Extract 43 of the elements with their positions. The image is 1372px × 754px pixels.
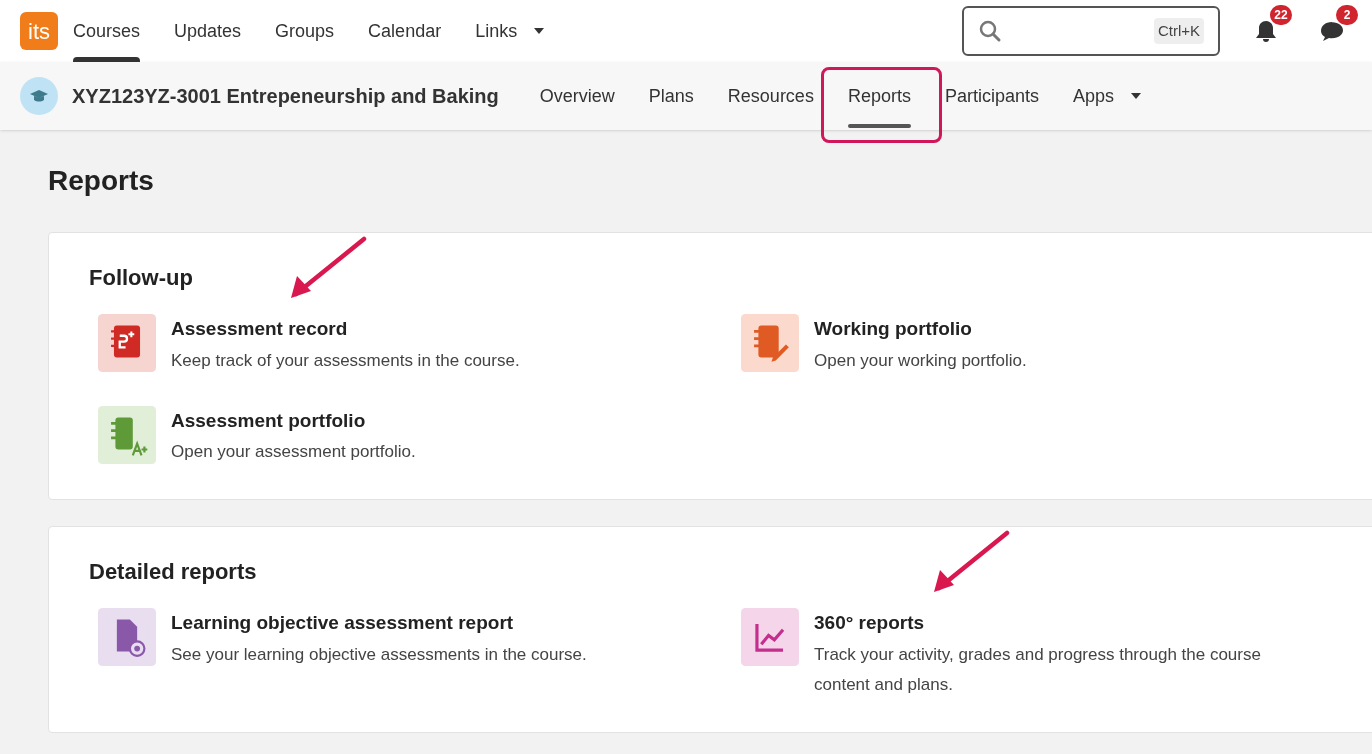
- report-title: Assessment portfolio: [171, 408, 367, 433]
- report-title: Assessment record: [171, 317, 349, 341]
- course-tab[interactable]: Resources: [727, 62, 814, 130]
- nav-link[interactable]: Calendar: [368, 0, 442, 62]
- report-title: 360° reports: [814, 611, 926, 635]
- nav-link[interactable]: Updates: [174, 0, 242, 62]
- section-title: Follow-up: [89, 264, 193, 292]
- course-tab[interactable]: Plans: [648, 62, 694, 130]
- search-field[interactable]: Ctrl+K: [962, 6, 1220, 56]
- report-title: Working portfolio: [814, 317, 973, 341]
- nav-link[interactable]: Links: [475, 0, 546, 62]
- nav-link[interactable]: Courses: [73, 0, 141, 62]
- report-icon: [741, 314, 799, 372]
- section-title: Detailed reports: [89, 558, 257, 586]
- report-link[interactable]: Assessment record Keep track of your assessments in the course.: [98, 314, 741, 376]
- report-icon: [98, 608, 156, 666]
- nav-link[interactable]: Groups: [275, 0, 335, 62]
- report-description: Open your assessment portfolio.: [171, 441, 416, 463]
- report-link[interactable]: Learning objective assessment report See your learning objective assessments in the course.: [98, 608, 741, 700]
- report-title: Learning objective assessment report: [171, 611, 515, 635]
- report-icon: [98, 314, 156, 372]
- chat-icon: [1319, 19, 1345, 43]
- course-tab[interactable]: Overview: [539, 62, 615, 130]
- course-tab[interactable]: Apps: [1072, 62, 1142, 130]
- report-description: Track your activity, grades and progress through the course content and plans.: [814, 643, 1262, 696]
- bell-icon: [1255, 19, 1277, 43]
- course-title: XYZ123YZ-3001 Entrepeneurship and Baking: [72, 84, 499, 109]
- report-link[interactable]: Assessment portfolio Open your assessment portfolio.: [98, 405, 741, 467]
- report-icon: [741, 608, 799, 666]
- graduation-cap-icon: [20, 77, 58, 115]
- shortcut-hint: Ctrl+K: [1153, 17, 1204, 45]
- course-tab[interactable]: Reports: [847, 62, 911, 130]
- search-icon: [978, 19, 1002, 43]
- course-tab[interactable]: Participants: [944, 62, 1039, 130]
- report-description: See your learning objective assessments in the course.: [171, 643, 587, 666]
- report-description: Keep track of your assessments in the course.: [171, 349, 520, 372]
- count-badge: 22: [1270, 5, 1292, 25]
- report-link[interactable]: 360° reports Track your activity, grades and progress through the course content and plans.: [741, 608, 1341, 700]
- report-icon: [98, 405, 156, 464]
- report-description: Open your working portfolio.: [814, 349, 1027, 372]
- page-title: Reports: [48, 164, 155, 198]
- report-link[interactable]: Working portfolio Open your working portfolio.: [741, 314, 1341, 376]
- count-badge: 2: [1336, 5, 1358, 25]
